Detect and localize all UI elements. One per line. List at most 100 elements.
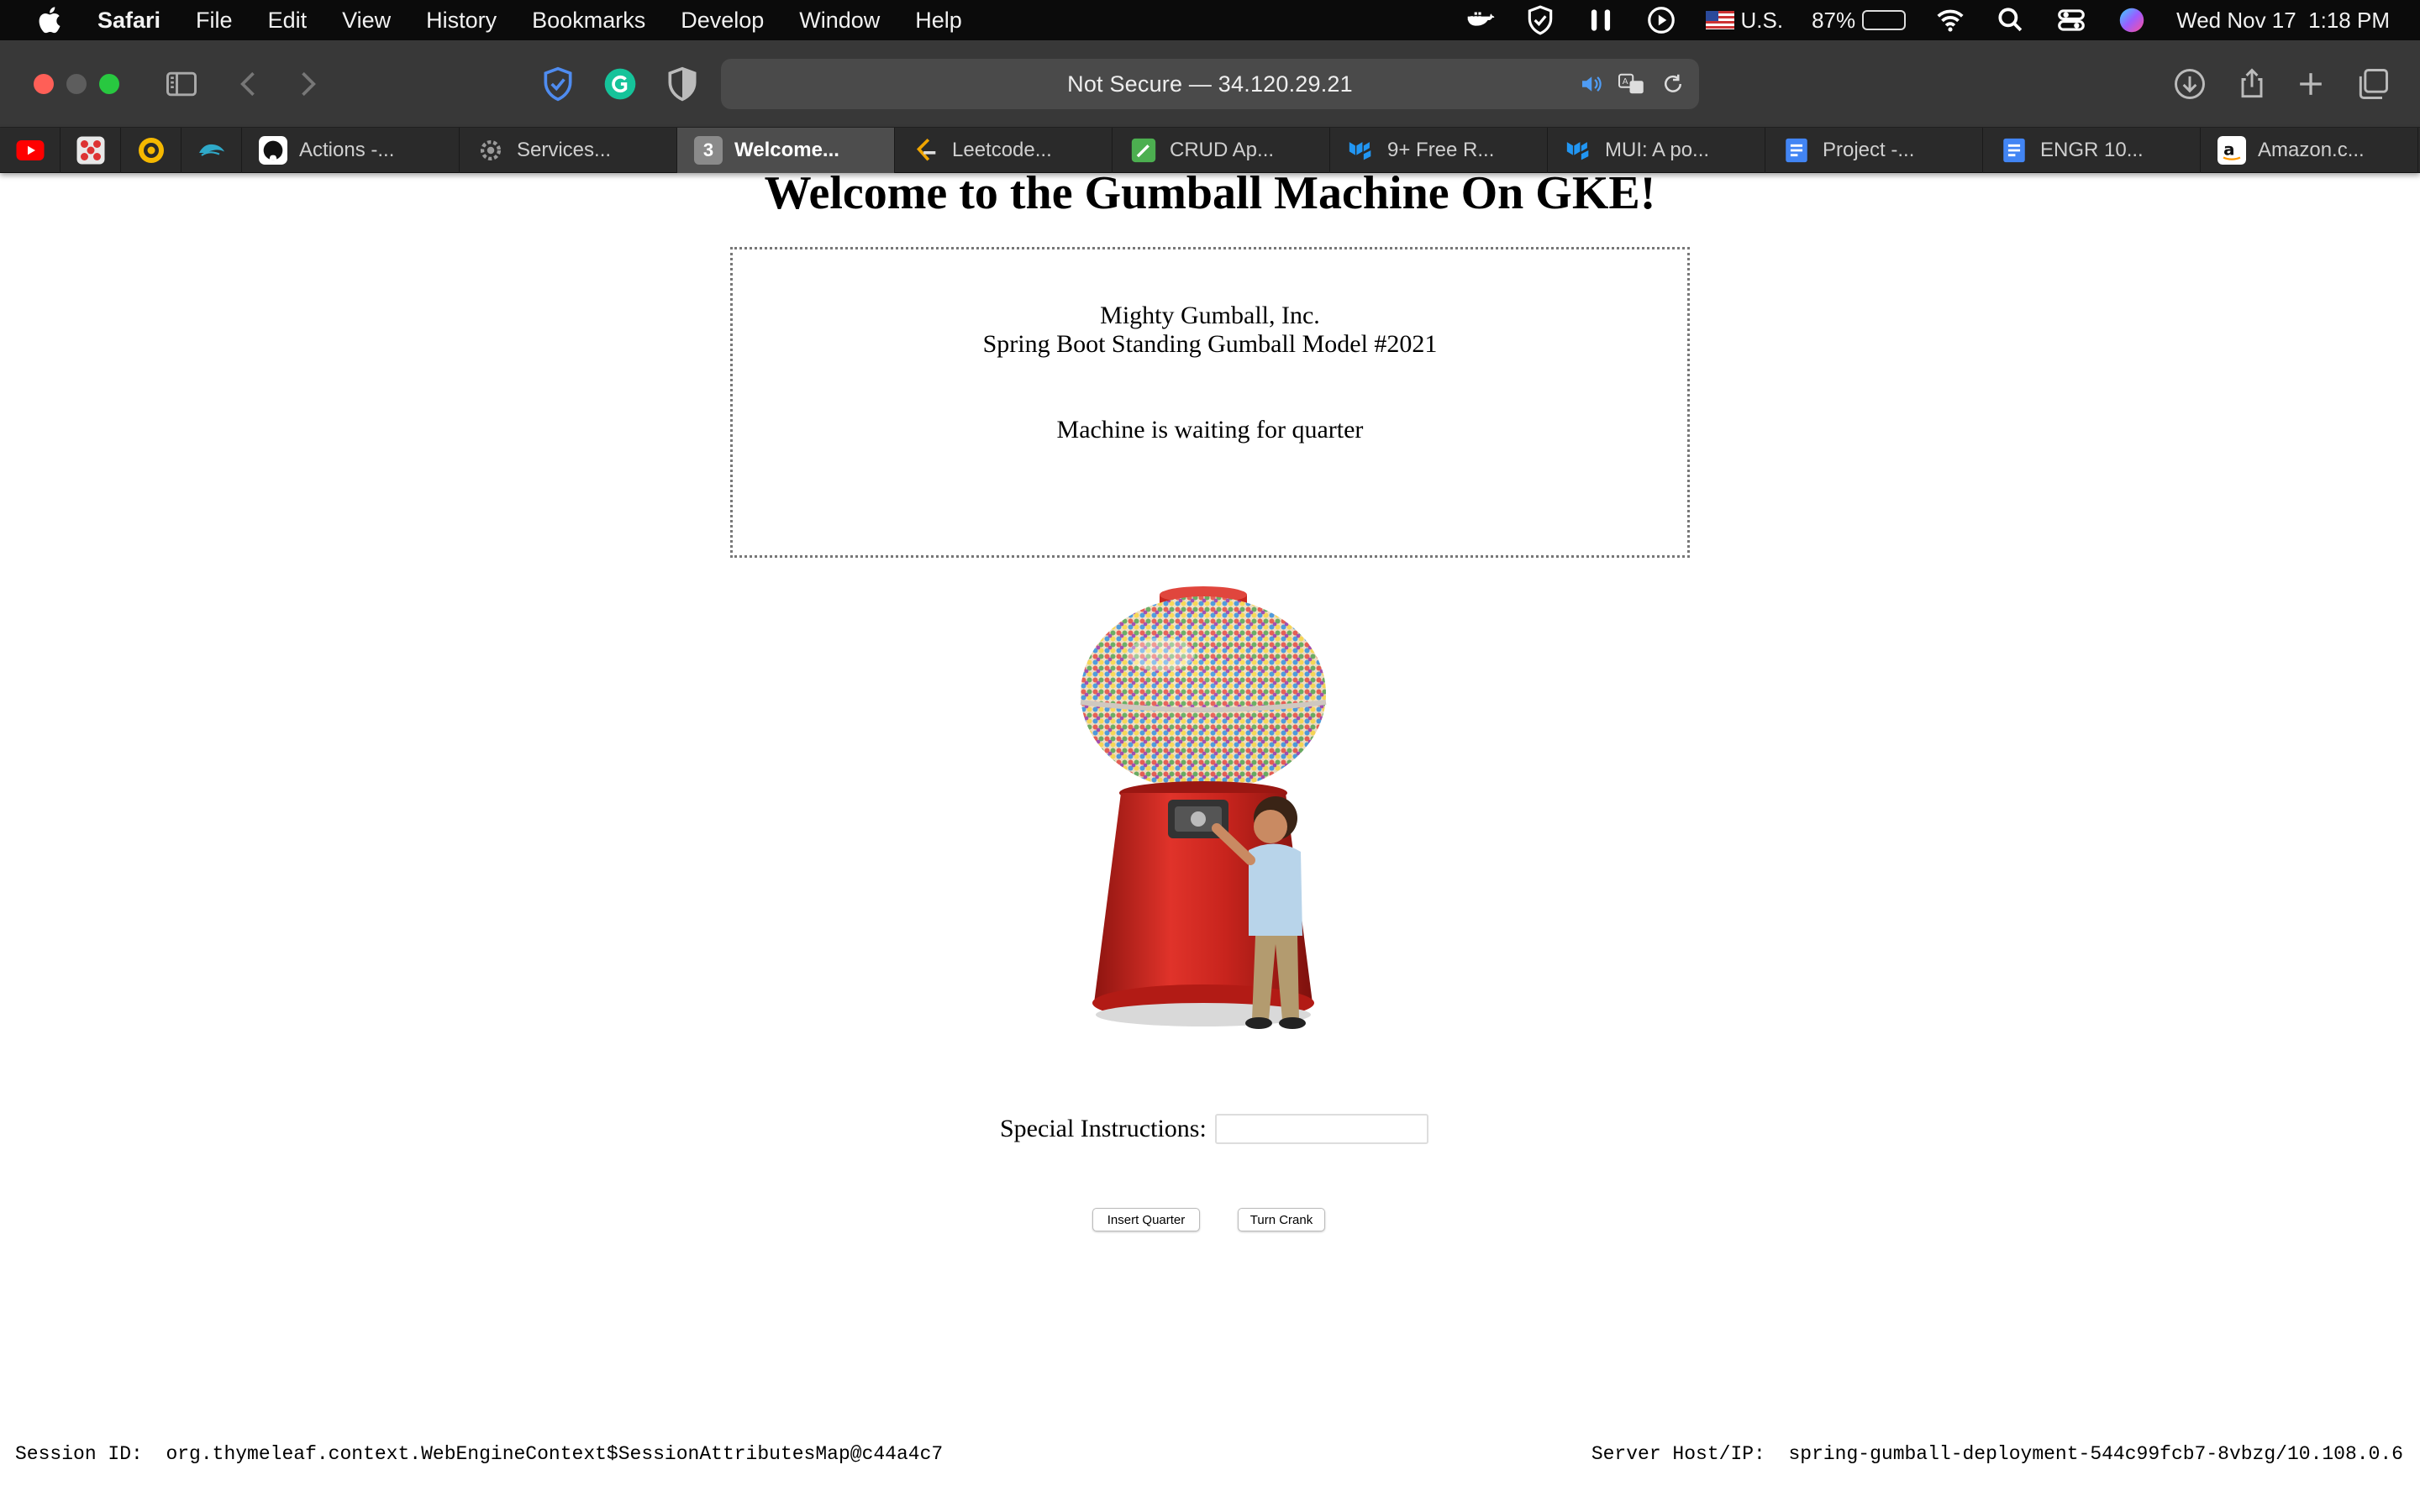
menu-help[interactable]: Help — [915, 8, 962, 34]
menu-view[interactable]: View — [342, 8, 391, 34]
special-instructions-row: Special Instructions: — [1000, 1114, 1428, 1144]
docs-icon — [2003, 138, 2025, 163]
tab-project[interactable]: Project -... — [1765, 128, 1983, 173]
shield-check-icon[interactable] — [1524, 4, 1556, 36]
tab-services[interactable]: Services... — [460, 128, 677, 173]
share-icon[interactable] — [2233, 66, 2270, 102]
special-instructions-input[interactable] — [1214, 1114, 1428, 1144]
mui-icon — [1349, 142, 1371, 160]
tab-overview-icon[interactable] — [2354, 66, 2391, 102]
window-minimize-button[interactable] — [66, 74, 87, 94]
menu-bookmarks[interactable]: Bookmarks — [532, 8, 645, 34]
tab-label: Leetcode... — [952, 139, 1052, 161]
youtube-icon — [16, 140, 44, 160]
coin-icon — [138, 138, 164, 163]
svg-text:a: a — [2223, 140, 2234, 160]
menu-bar: Safari File Edit View History Bookmarks … — [0, 0, 2420, 40]
tab-leetcode[interactable]: Leetcode... — [895, 128, 1113, 173]
mui-icon — [1566, 142, 1589, 160]
tab-engr[interactable]: ENGR 10... — [1983, 128, 2201, 173]
window-close-button[interactable] — [34, 74, 54, 94]
tab-label: 9+ Free R... — [1387, 139, 1495, 161]
grammarly-icon[interactable] — [602, 66, 639, 102]
pinned-tab-youtube[interactable] — [0, 128, 60, 173]
privacy-shield-icon[interactable] — [664, 66, 701, 102]
tab-free-react[interactable]: 9+ Free R... — [1330, 128, 1548, 173]
battery-status[interactable]: 87% — [1812, 7, 1907, 34]
apple-menu-icon[interactable] — [34, 3, 67, 37]
web-page: Welcome to the Gumball Machine On GKE! M… — [0, 167, 2420, 1512]
menu-history[interactable]: History — [426, 8, 497, 34]
translate-icon[interactable]: A — [1617, 71, 1647, 97]
tab-label: CRUD Ap... — [1170, 139, 1275, 161]
server-info: Server Host/IP: spring-gumball-deploymen… — [1591, 1443, 2403, 1465]
new-tab-icon[interactable] — [2292, 66, 2329, 102]
session-id-label: Session ID: — [15, 1443, 143, 1465]
tab-welcome[interactable]: 3 Welcome... — [677, 128, 895, 173]
battery-icon — [1862, 10, 1907, 30]
amazon-icon: a — [2217, 136, 2246, 165]
tab-label: Project -... — [1823, 139, 1915, 161]
svg-text:A: A — [1623, 77, 1628, 87]
tab-amazon[interactable]: a Amazon.c... — [2201, 128, 2418, 173]
back-chevron-icon[interactable] — [230, 66, 267, 102]
siri-icon[interactable] — [2116, 4, 2148, 36]
menu-edit[interactable]: Edit — [268, 8, 308, 34]
gumball-machine-image — [1080, 586, 1327, 1029]
dotted-red-icon — [76, 136, 104, 165]
model-name: Spring Boot Standing Gumball Model #2021 — [982, 330, 1438, 358]
tab-label: Welcome... — [734, 139, 839, 161]
spotlight-search-icon[interactable] — [1995, 4, 2027, 36]
menu-develop[interactable]: Develop — [681, 8, 764, 34]
pinned-tab-2[interactable] — [60, 128, 121, 173]
battery-percent: 87% — [1812, 7, 1856, 33]
wave-icon — [198, 144, 224, 156]
special-instructions-label: Special Instructions: — [1000, 1115, 1207, 1142]
docs-icon — [1786, 138, 1807, 163]
status-area: U.S. 87% Wed Nov 17 1:18 PM — [1464, 0, 2390, 40]
reload-icon[interactable] — [1660, 71, 1686, 97]
session-info: Session ID: org.thymeleaf.context.WebEng… — [15, 1443, 943, 1465]
menu-app-name[interactable]: Safari — [97, 8, 160, 34]
tab-label: Amazon.c... — [2258, 139, 2365, 161]
play-icon[interactable] — [1645, 4, 1677, 36]
browser-toolbar: Not Secure — 34.120.29.21 A — [0, 40, 2420, 128]
github-icon — [259, 136, 287, 165]
forward-chevron-icon[interactable] — [289, 66, 326, 102]
docker-icon[interactable] — [1464, 4, 1496, 36]
menu-window[interactable]: Window — [799, 8, 880, 34]
session-id-value: org.thymeleaf.context.WebEngineContext$S… — [166, 1443, 944, 1465]
machine-state-message: Machine is waiting for quarter — [1056, 416, 1364, 444]
sidebar-toggle-icon[interactable] — [163, 66, 200, 102]
server-host-value: spring-gumball-deployment-544c99fcb7-8vb… — [1788, 1443, 2403, 1465]
input-source[interactable]: U.S. — [1705, 8, 1783, 34]
leetcode-icon — [916, 138, 936, 161]
pinned-tab-4[interactable] — [182, 128, 242, 173]
tab-label: Actions -... — [299, 139, 395, 161]
bitwarden-shield-icon[interactable] — [539, 66, 576, 102]
page-title: Welcome to the Gumball Machine On GKE! — [764, 167, 1656, 219]
tab-number: 3 — [702, 139, 714, 160]
tab-number-icon: 3 — [694, 136, 723, 165]
tab-crud[interactable]: CRUD Ap... — [1113, 128, 1330, 173]
airpods-icon[interactable] — [1585, 4, 1617, 36]
tab-label: ENGR 10... — [2040, 139, 2144, 161]
pinned-tab-3[interactable] — [121, 128, 182, 173]
tab-mui[interactable]: MUI: A po... — [1548, 128, 1765, 173]
tab-actions[interactable]: Actions -... — [242, 128, 460, 173]
control-center-icon[interactable] — [2055, 4, 2087, 36]
insert-quarter-button[interactable]: Insert Quarter — [1092, 1208, 1200, 1231]
menu-clock[interactable]: Wed Nov 17 1:18 PM — [2176, 8, 2390, 34]
downloads-icon[interactable] — [2171, 66, 2208, 102]
audio-playing-icon[interactable] — [1578, 71, 1603, 97]
tab-label: Services... — [517, 139, 612, 161]
tab-label: MUI: A po... — [1605, 139, 1710, 161]
turn-crank-button[interactable]: Turn Crank — [1238, 1208, 1325, 1231]
wifi-icon[interactable] — [1934, 4, 1966, 36]
window-zoom-button[interactable] — [99, 74, 119, 94]
machine-status-box: Mighty Gumball, Inc. Spring Boot Standin… — [730, 247, 1690, 558]
address-bar[interactable]: Not Secure — 34.120.29.21 A — [721, 59, 1699, 109]
address-text: Not Secure — 34.120.29.21 — [1067, 71, 1353, 97]
menu-file[interactable]: File — [196, 8, 233, 34]
crud-icon — [1131, 138, 1156, 163]
